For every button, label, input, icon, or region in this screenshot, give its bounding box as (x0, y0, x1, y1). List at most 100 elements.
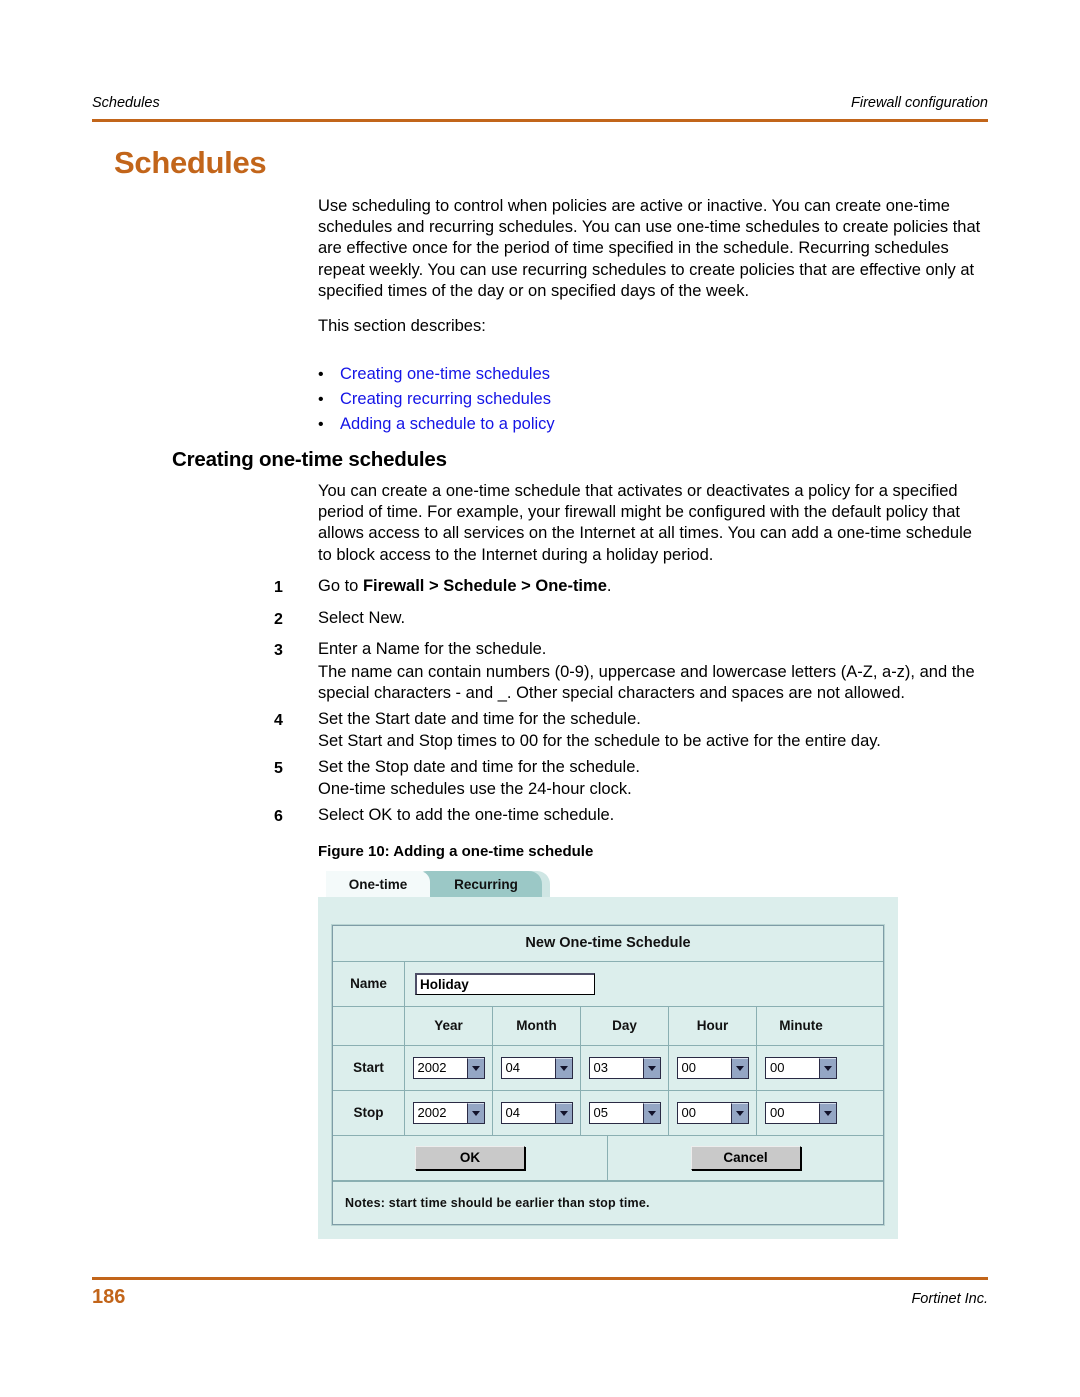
ok-button-cell: OK (333, 1135, 608, 1180)
step-6: 6 Select OK to add the one-time schedule… (274, 805, 990, 828)
link-adding-a-schedule-to-a-policy[interactable]: Adding a schedule to a policy (340, 414, 555, 435)
section-intro: You can create a one-time schedule that … (318, 481, 990, 580)
step-text-tail: . (606, 577, 612, 595)
step-text: Select OK to add the one-time schedule. (318, 805, 615, 824)
step-5: 5 Set the Stop date and time for the sch… (274, 757, 990, 780)
stop-year-value: 2002 (417, 1105, 447, 1121)
form-title: New One-time Schedule (333, 926, 883, 962)
header-rule (92, 119, 988, 122)
step-text: Select New. (318, 608, 406, 627)
start-month-cell: 04 (493, 1045, 581, 1090)
name-label: Name (333, 961, 405, 1006)
notes-text: Notes: start time should be earlier than… (333, 1180, 883, 1224)
step-number: 4 (274, 711, 283, 729)
step-4-note: Set Start and Stop times to 00 for the s… (318, 732, 881, 750)
step-3: 3 Enter a Name for the schedule. (274, 639, 990, 662)
intro-body: Use scheduling to control when policies … (318, 196, 990, 347)
start-day-cell: 03 (581, 1045, 669, 1090)
procedure-steps: 1 Go to Firewall > Schedule > One-time. … (274, 576, 990, 827)
chevron-down-icon[interactable] (554, 1102, 572, 1123)
header-month: Month (493, 1006, 581, 1045)
tab-one-time[interactable]: One-time (326, 871, 430, 897)
start-hour-select[interactable]: 00 (676, 1056, 749, 1079)
stop-day-select[interactable]: 05 (588, 1101, 661, 1124)
chevron-down-icon[interactable] (730, 1057, 748, 1078)
bullet-icon: • (318, 366, 324, 383)
stop-hour-select[interactable]: 00 (676, 1101, 749, 1124)
step-number: 1 (274, 579, 283, 596)
bullet-icon: • (318, 391, 324, 408)
link-creating-recurring-schedules[interactable]: Creating recurring schedules (340, 389, 551, 410)
header-hour: Hour (669, 1006, 757, 1045)
chevron-down-icon[interactable] (642, 1102, 660, 1123)
stop-minute-cell: 00 (757, 1091, 845, 1135)
start-year-cell: 2002 (405, 1045, 493, 1090)
footer-company: Fortinet Inc. (911, 1291, 988, 1307)
start-year-select[interactable]: 2002 (412, 1056, 485, 1079)
step-2: 2 Select New. (274, 608, 990, 631)
section-link-list: • Creating one-time schedules • Creating… (318, 364, 990, 439)
chevron-down-icon[interactable] (642, 1057, 660, 1078)
running-head-left: Schedules (92, 95, 160, 111)
header-minute: Minute (779, 1018, 823, 1034)
step-text: Set the Stop date and time for the sched… (318, 757, 640, 776)
stop-month-value: 04 (505, 1105, 520, 1121)
ok-button[interactable]: OK (415, 1145, 525, 1170)
list-item[interactable]: • Creating recurring schedules (318, 389, 990, 410)
tab-recurring[interactable]: Recurring (430, 871, 542, 897)
step-4: 4 Set the Start date and time for the sc… (274, 709, 990, 732)
chevron-down-icon[interactable] (819, 1102, 836, 1123)
section-intro-paragraph: You can create a one-time schedule that … (318, 482, 972, 564)
figure-screenshot: One-time Recurring New One-time Schedule… (318, 871, 898, 1239)
stop-minute-select[interactable]: 00 (765, 1101, 837, 1124)
step-number: 6 (274, 807, 283, 825)
running-head-right: Firewall configuration (850, 95, 988, 111)
cancel-button[interactable]: Cancel (690, 1145, 801, 1170)
step-text-plain: Go to (318, 577, 363, 595)
stop-month-cell: 04 (493, 1090, 581, 1135)
name-input[interactable]: Holiday (415, 972, 595, 995)
step-text: Set the Start date and time for the sche… (318, 709, 641, 728)
start-minute-value: 00 (770, 1060, 785, 1076)
page-footer: 186 Fortinet Inc. (92, 1286, 988, 1309)
start-month-value: 04 (505, 1060, 520, 1076)
section-heading: Creating one-time schedules (172, 448, 447, 471)
stop-day-cell: 05 (581, 1090, 669, 1135)
stop-year-select[interactable]: 2002 (412, 1101, 485, 1124)
chevron-down-icon[interactable] (466, 1057, 484, 1078)
step-number: 2 (274, 610, 283, 628)
step-1: 1 Go to Firewall > Schedule > One-time. (274, 576, 990, 599)
start-row: Start 2002 04 03 00 00 (333, 1045, 883, 1091)
name-field-cell: Holiday (405, 962, 883, 1006)
button-row: OK Cancel (333, 1135, 883, 1181)
step-text-emphasis: Firewall > Schedule > One-time (362, 577, 607, 595)
intro-paragraph: Use scheduling to control when policies … (318, 197, 981, 300)
start-month-select[interactable]: 04 (500, 1056, 573, 1079)
stop-hour-cell: 00 (669, 1090, 757, 1135)
chevron-down-icon[interactable] (730, 1102, 748, 1123)
step-text: Enter a Name for the schedule. (318, 640, 547, 658)
stop-label: Stop (333, 1090, 405, 1135)
footer-rule (92, 1277, 988, 1280)
header-year: Year (405, 1006, 493, 1045)
stop-month-select[interactable]: 04 (500, 1101, 573, 1124)
column-header-row: Year Month Day Hour Minute (333, 1006, 883, 1046)
chevron-down-icon[interactable] (466, 1102, 484, 1123)
step-text: Go to Firewall > Schedule > One-time. (318, 576, 990, 598)
start-year-value: 2002 (417, 1060, 447, 1076)
start-hour-value: 00 (681, 1060, 696, 1076)
link-creating-one-time-schedules[interactable]: Creating one-time schedules (340, 364, 550, 385)
stop-row: Stop 2002 04 05 00 00 (333, 1090, 883, 1136)
start-label: Start (333, 1045, 405, 1090)
list-item[interactable]: • Adding a schedule to a policy (318, 414, 990, 435)
start-day-select[interactable]: 03 (588, 1056, 661, 1079)
chevron-down-icon[interactable] (554, 1057, 572, 1078)
stop-minute-value: 00 (770, 1105, 785, 1121)
chevron-down-icon[interactable] (819, 1057, 836, 1078)
running-head: Schedules Firewall configuration (92, 95, 988, 111)
start-minute-select[interactable]: 00 (765, 1056, 837, 1079)
list-item[interactable]: • Creating one-time schedules (318, 364, 990, 385)
stop-year-cell: 2002 (405, 1090, 493, 1135)
name-row: Name Holiday (333, 961, 883, 1007)
